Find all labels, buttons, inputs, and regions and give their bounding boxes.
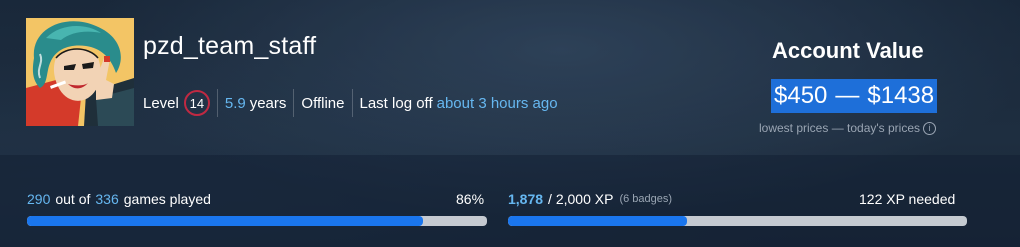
account-value-dash: — (835, 82, 860, 109)
games-played-label: 290 out of 336 games played (27, 191, 211, 211)
last-logoff-label: Last log off (359, 94, 433, 112)
profile-stats: Level 14 5.9 years Offline Last log off … (143, 88, 565, 118)
avatar[interactable] (26, 18, 134, 126)
xp-current: 1,878 (508, 191, 544, 207)
last-logoff-stat: Last log off about 3 hours ago (353, 88, 565, 118)
account-value-high: $1438 (867, 82, 935, 109)
account-value-low: $450 (774, 82, 828, 109)
level-label: Level (143, 94, 179, 112)
xp-label: 1,878 / 2,000 XP (6 badges) (508, 191, 672, 211)
years-label: years (249, 94, 287, 112)
badges-count[interactable]: (6 badges) (619, 193, 672, 205)
xp-target: / 2,000 XP (548, 191, 614, 207)
games-played-percent: 86% (456, 191, 485, 207)
info-icon[interactable]: i (923, 121, 937, 135)
xp-progress-fill (508, 216, 687, 226)
years-value: 5.9 (224, 94, 246, 112)
account-value-title: Account Value (772, 38, 924, 63)
games-total-count: 336 (95, 191, 119, 207)
price-basis-text: lowest prices — today's prices (759, 121, 921, 135)
status-stat: Offline (294, 88, 351, 118)
years-stat[interactable]: 5.9 years (218, 88, 294, 118)
account-value-subtitle: lowest prices — today's prices i (759, 120, 937, 136)
last-logoff-value[interactable]: about 3 hours ago (437, 95, 558, 112)
games-progress-fill (27, 216, 423, 226)
xp-needed: 122 XP needed (859, 191, 956, 207)
username: pzd_team_staff (143, 32, 317, 60)
level-stat[interactable]: Level 14 (143, 88, 217, 118)
games-progress-bar (27, 216, 487, 226)
out-of-label: out of (55, 191, 91, 207)
online-status: Offline (301, 94, 345, 112)
level-badge: 14 (183, 90, 210, 116)
account-value-range: $450 — $1438 (771, 79, 938, 113)
avatar-image (26, 18, 134, 126)
games-played-count: 290 (27, 191, 51, 207)
games-played-suffix: games played (123, 191, 211, 207)
xp-progress-bar (508, 216, 967, 226)
